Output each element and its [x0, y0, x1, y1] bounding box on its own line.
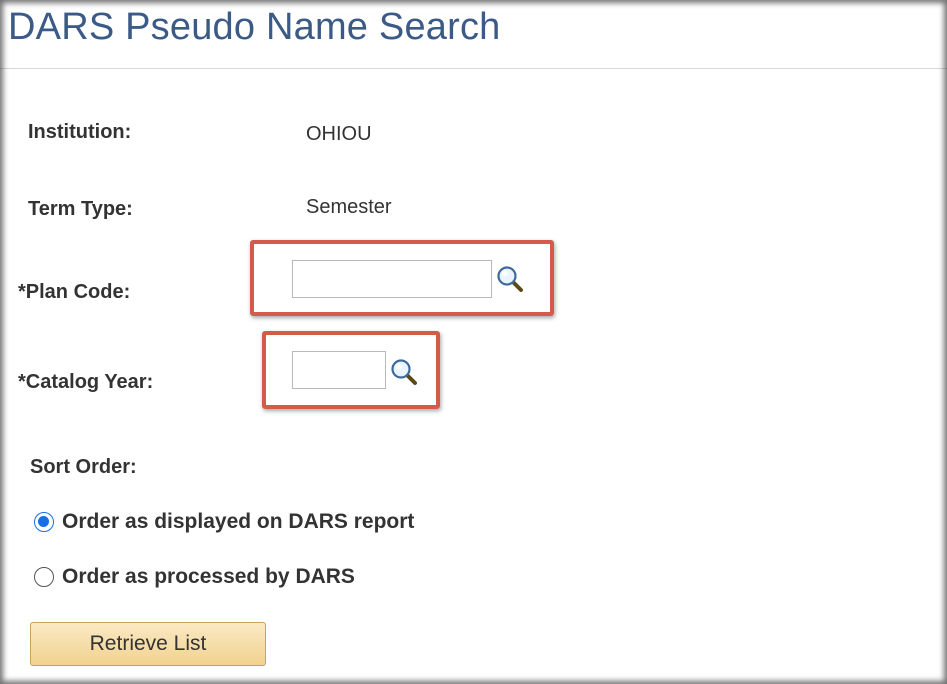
title-divider: [0, 68, 947, 69]
plan-code-lookup-icon[interactable]: [495, 264, 525, 294]
institution-label: Institution:: [28, 121, 132, 143]
radio-processed[interactable]: [34, 567, 54, 587]
term-type-value: Semester: [306, 196, 392, 218]
term-type-label: Term Type:: [28, 198, 133, 220]
catalog-year-input[interactable]: [292, 351, 386, 389]
radio-displayed[interactable]: [34, 512, 54, 532]
sort-option-processed[interactable]: Order as processed by DARS: [34, 565, 355, 589]
institution-value: OHIOU: [306, 123, 372, 145]
catalog-year-lookup-icon[interactable]: [389, 357, 419, 387]
plan-code-input[interactable]: [292, 260, 492, 298]
retrieve-list-button[interactable]: Retrieve List: [30, 622, 266, 666]
sort-option-displayed[interactable]: Order as displayed on DARS report: [34, 510, 414, 534]
sort-option-displayed-label: Order as displayed on DARS report: [62, 510, 415, 533]
sort-option-processed-label: Order as processed by DARS: [62, 565, 355, 588]
catalog-year-label: *Catalog Year:: [18, 371, 154, 393]
sort-order-label: Sort Order:: [30, 456, 137, 478]
page-title: DARS Pseudo Name Search: [8, 6, 501, 48]
plan-code-label: *Plan Code:: [18, 281, 131, 303]
